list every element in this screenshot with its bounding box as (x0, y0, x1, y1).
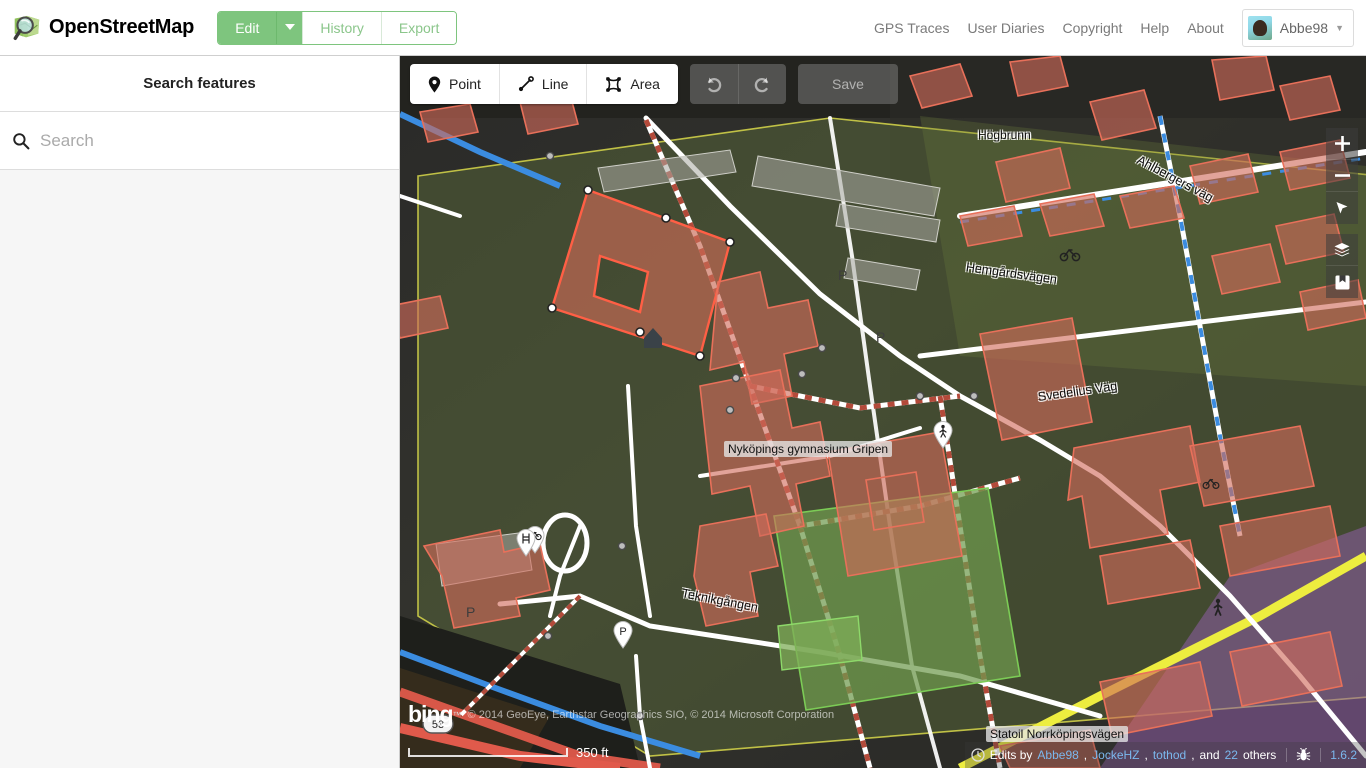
pin-sports[interactable] (516, 529, 536, 557)
area-icon (606, 76, 622, 92)
layers-icon (1334, 242, 1350, 256)
draw-area-button[interactable]: Area (586, 64, 678, 104)
others-count[interactable]: 22 (1225, 748, 1238, 762)
zoom-group (1326, 128, 1358, 224)
redo-arrow-icon (754, 77, 769, 92)
minus-icon (1334, 174, 1350, 177)
nav-copyright[interactable]: Copyright (1053, 20, 1131, 36)
edit-button[interactable]: Edit (218, 11, 277, 44)
site-logo[interactable]: OpenStreetMap (12, 13, 194, 43)
draw-line-label: Line (541, 76, 569, 92)
route-shield-1: 53 (422, 714, 454, 739)
map-render-surface (400, 56, 1366, 768)
background-settings-button[interactable] (1326, 234, 1358, 266)
nav-user-diaries[interactable]: User Diaries (958, 20, 1053, 36)
nav-about[interactable]: About (1178, 20, 1233, 36)
map-data-icon (1335, 275, 1349, 289)
parking-pin-icon: P (613, 621, 633, 649)
edits-prefix: Edits by (989, 748, 1033, 762)
map-status-bar: Edits by Abbe98, JockeHZ, tothod, and 22… (964, 742, 1366, 768)
primary-actions: Edit History Export (217, 10, 458, 45)
sidebar: Search features (0, 56, 400, 768)
version-label[interactable]: 1.6.2 (1320, 748, 1366, 762)
site-title: OpenStreetMap (49, 16, 195, 38)
history-group (689, 64, 786, 104)
search-input[interactable] (40, 130, 387, 151)
osm-magnifier-logo-icon (13, 15, 40, 40)
undo-button[interactable] (689, 64, 738, 104)
sidebar-results-panel (0, 170, 399, 768)
history-button[interactable]: History (302, 11, 381, 44)
map-viewport[interactable]: P 53 P P P Högbrunn Ahlbergers väg Hemgå… (400, 56, 1366, 768)
contributor-link-3[interactable]: tothod (1153, 748, 1186, 762)
header-nav: GPS Traces User Diaries Copyright Help A… (865, 8, 1354, 47)
map-pin-icon (428, 76, 441, 92)
redo-button[interactable] (737, 64, 786, 104)
pin-parking[interactable]: P (613, 621, 633, 649)
route-shield-text: 53 (432, 719, 444, 731)
save-button[interactable]: Save (797, 64, 898, 104)
contributor-link-1[interactable]: Abbe98 (1037, 748, 1078, 762)
svg-text:P: P (619, 626, 626, 638)
bicycle-icon-map (1059, 248, 1081, 262)
sports-pin-icon (516, 529, 536, 557)
others-suffix: others (1242, 748, 1277, 762)
edit-toolbar: Point Line Area Save (410, 64, 898, 104)
bicycle-icon-map-2 (1202, 478, 1220, 490)
user-menu[interactable]: Abbe98 ▼ (1241, 8, 1354, 47)
user-name: Abbe98 (1279, 19, 1329, 36)
draw-area-label: Area (630, 76, 660, 92)
scale-bar-label: 350 ft (576, 745, 609, 760)
map-data-button[interactable] (1326, 266, 1358, 298)
field-pedestrian-icon-1 (1213, 598, 1223, 616)
line-icon (518, 76, 534, 92)
sidebar-header: Search features (0, 56, 399, 112)
sidebar-title: Search features (143, 75, 256, 92)
plus-icon (1334, 136, 1350, 151)
layers-group (1326, 234, 1358, 298)
chevron-down-icon (284, 24, 295, 30)
draw-point-button[interactable]: Point (410, 64, 499, 104)
contributor-link-2[interactable]: JockeHZ (1092, 748, 1139, 762)
draw-mode-group: Point Line Area (410, 64, 678, 104)
map-controls (1326, 128, 1358, 308)
pin-pedestrian[interactable] (933, 421, 953, 449)
scale-bar: 350 ft (408, 745, 609, 760)
clock-icon (971, 748, 985, 762)
undo-arrow-icon (708, 77, 722, 92)
scale-bar-line (408, 748, 568, 757)
route-shield-icon: 53 (422, 714, 454, 734)
site-header: OpenStreetMap Edit History Export GPS Tr… (0, 0, 1366, 56)
cursor-arrow-icon (1336, 202, 1348, 214)
bug-icon (1297, 748, 1311, 761)
zoom-in-button[interactable] (1326, 128, 1358, 160)
export-button[interactable]: Export (380, 11, 457, 44)
edits-by-group: Edits by Abbe98, JockeHZ, tothod, and 22… (965, 748, 1287, 762)
draw-point-label: Point (449, 76, 481, 92)
avatar (1247, 15, 1272, 40)
search-icon (13, 132, 30, 149)
chevron-down-icon: ▼ (1335, 22, 1344, 33)
edit-dropdown-caret[interactable] (276, 11, 303, 44)
geolocate-button[interactable] (1326, 192, 1358, 224)
nav-help[interactable]: Help (1131, 20, 1178, 36)
draw-line-button[interactable]: Line (498, 64, 586, 104)
zoom-out-button[interactable] (1326, 160, 1358, 192)
search-row (0, 112, 399, 170)
report-bug-button[interactable] (1286, 748, 1320, 762)
and-word: and (1199, 748, 1220, 762)
nav-gps-traces[interactable]: GPS Traces (865, 20, 958, 36)
pedestrian-pin-icon (933, 421, 953, 449)
